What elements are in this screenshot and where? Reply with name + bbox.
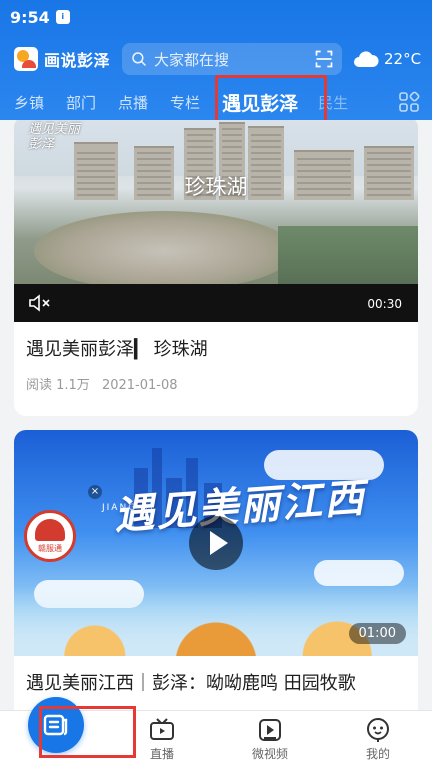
nav-label-micro-video: 微视频 <box>251 747 288 761</box>
app-title: 画说彭泽 <box>44 51 111 70</box>
video-overlay-title: 珍珠湖 <box>184 175 248 199</box>
ganfutong-badge: 赣服通 <box>24 510 76 562</box>
nav-live[interactable]: 直播 <box>108 711 216 768</box>
video-stamp: 遇见美丽彭泽 <box>28 122 81 152</box>
scan-icon[interactable] <box>314 49 334 69</box>
publish-date: 2021-01-08 <box>101 378 178 393</box>
category-tabs: 乡镇 部门 点播 专栏 遇见彭泽 民生 <box>0 84 432 120</box>
status-time: 9:54 <box>10 7 50 27</box>
article-meta: 阅读 1.1万 2021-01-08 <box>14 364 418 393</box>
bottom-nav: 直播 微视频 我的 <box>0 697 432 768</box>
news-list-icon <box>43 714 68 736</box>
top-row: 画说彭泽 大家都在搜 22°C <box>0 34 432 84</box>
notification-app-icon: i <box>55 10 70 24</box>
top-header: 9:54 i 画说彭泽 大家都在搜 22°C 乡镇 部门 点播 专栏 遇见彭泽 … <box>0 0 432 120</box>
article-title[interactable]: 遇见美丽彭泽▎ 珍珠湖 <box>14 322 418 364</box>
tv-icon <box>150 718 174 740</box>
video-player[interactable]: 遇见美丽彭泽 珍珠湖 00:30 <box>14 120 418 322</box>
search-icon <box>132 52 146 66</box>
badge-text: 赣服通 <box>38 543 62 553</box>
nav-label-live: 直播 <box>149 747 174 761</box>
tab-township[interactable]: 乡镇 <box>14 92 44 113</box>
video-card[interactable]: 遇见美丽彭泽 珍珠湖 00:30 遇见美丽彭泽▎ 珍珠湖 阅读 1.1万 202… <box>14 120 418 416</box>
video-duration: 01:00 <box>348 623 406 644</box>
nav-label-profile: 我的 <box>365 747 390 761</box>
badge-logo-icon <box>35 518 65 541</box>
home-button[interactable] <box>28 697 84 753</box>
tab-column[interactable]: 专栏 <box>170 92 200 113</box>
tab-meet-pengze[interactable]: 遇见彭泽 <box>222 89 298 116</box>
app-logo-icon <box>14 47 38 71</box>
tab-on-demand[interactable]: 点播 <box>118 92 148 113</box>
play-button[interactable] <box>189 516 243 570</box>
mute-icon[interactable] <box>28 292 52 314</box>
search-input[interactable]: 大家都在搜 <box>122 43 343 75</box>
cloud-icon <box>354 51 379 67</box>
grid-menu-icon[interactable] <box>398 91 420 113</box>
video-card[interactable]: JIANG XI 遇见美丽江西 × 赣服通 01:00 遇见美丽江西｜彭泽：呦呦… <box>14 430 418 710</box>
tab-department[interactable]: 部门 <box>66 92 96 113</box>
weather-widget[interactable]: 22°C <box>352 49 421 69</box>
nav-home[interactable] <box>0 697 108 768</box>
close-icon[interactable]: × <box>88 485 102 499</box>
video-thumbnail[interactable]: JIANG XI 遇见美丽江西 × 赣服通 01:00 <box>14 430 418 656</box>
status-bar: 9:54 i <box>0 0 432 34</box>
read-count: 阅读 1.1万 <box>26 378 90 393</box>
profile-icon <box>367 718 389 742</box>
video-duration: 00:30 <box>367 297 402 311</box>
temperature: 22°C <box>384 50 422 68</box>
video-control-bar <box>14 284 418 322</box>
search-placeholder: 大家都在搜 <box>154 50 230 69</box>
tab-livelihood[interactable]: 民生 <box>318 92 348 113</box>
nav-micro-video[interactable]: 微视频 <box>216 711 324 768</box>
content-feed[interactable]: 遇见美丽彭泽 珍珠湖 00:30 遇见美丽彭泽▎ 珍珠湖 阅读 1.1万 202… <box>0 120 432 710</box>
video-play-icon <box>259 719 281 741</box>
article-title[interactable]: 遇见美丽江西｜彭泽：呦呦鹿鸣 田园牧歌 <box>14 656 418 698</box>
nav-profile[interactable]: 我的 <box>324 711 432 768</box>
